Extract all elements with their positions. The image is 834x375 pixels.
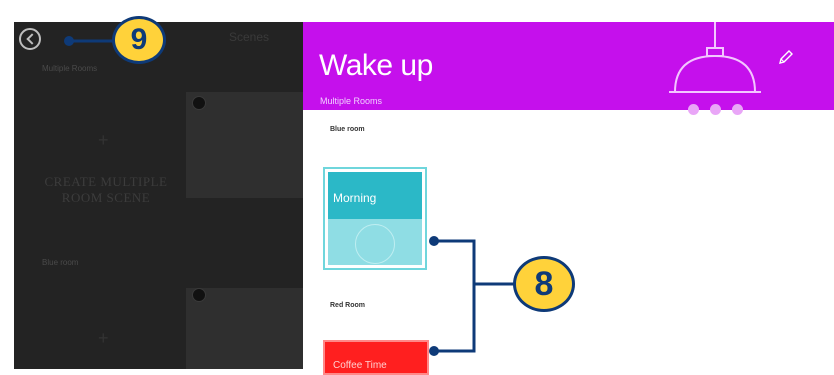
callout-9-pointer xyxy=(64,36,74,46)
callout-8-pointer-bottom xyxy=(429,346,439,356)
callout-badge-8: 8 xyxy=(513,256,575,312)
callout-badge-9: 9 xyxy=(112,16,166,64)
callout-8-pointer-top xyxy=(429,236,439,246)
callout-8-bracket xyxy=(434,239,476,353)
